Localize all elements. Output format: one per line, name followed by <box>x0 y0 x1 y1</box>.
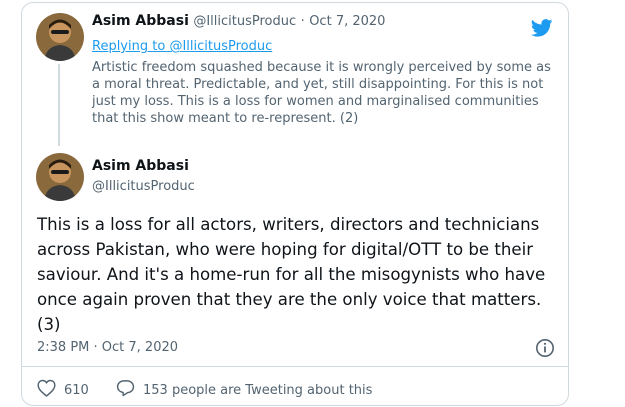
quoted-separator: · <box>300 14 305 29</box>
tweeting-about-button[interactable]: 153 people are Tweeting about this <box>116 379 372 401</box>
actions-divider <box>21 366 569 367</box>
quoted-date[interactable]: Oct 7, 2020 <box>309 14 385 29</box>
twitter-bird-icon[interactable] <box>530 19 553 41</box>
speech-bubble-icon <box>116 379 143 401</box>
tweet-text: This is a loss for all actors, writers, … <box>37 215 546 334</box>
quoted-author-handle[interactable]: @IllicitusProduc <box>193 14 296 29</box>
heart-icon <box>37 379 64 401</box>
tweeting-about-text: 153 people are Tweeting about this <box>143 382 373 398</box>
info-icon[interactable] <box>535 338 555 362</box>
quoted-tweet-text: Artistic freedom squashed because it is … <box>92 60 551 126</box>
replying-prefix[interactable]: Replying to <box>92 39 169 54</box>
replying-to: Replying to @IllicitusProduc <box>92 39 272 54</box>
tweet-timestamp[interactable]: 2:38 PM · Oct 7, 2020 <box>37 340 178 355</box>
replying-handle[interactable]: @IllicitusProduc <box>169 39 272 54</box>
author-avatar[interactable] <box>36 153 84 201</box>
author-handle[interactable]: @IllicitusProduc <box>92 179 195 194</box>
thread-connector-line <box>58 64 60 146</box>
quoted-header: Asim Abbasi @IllicitusProduc · Oct 7, 20… <box>92 13 385 29</box>
like-count: 610 <box>64 382 89 398</box>
quoted-author-name[interactable]: Asim Abbasi <box>92 13 189 29</box>
author-name[interactable]: Asim Abbasi <box>92 158 189 174</box>
like-button[interactable]: 610 <box>37 379 89 401</box>
quoted-avatar[interactable] <box>36 13 84 61</box>
